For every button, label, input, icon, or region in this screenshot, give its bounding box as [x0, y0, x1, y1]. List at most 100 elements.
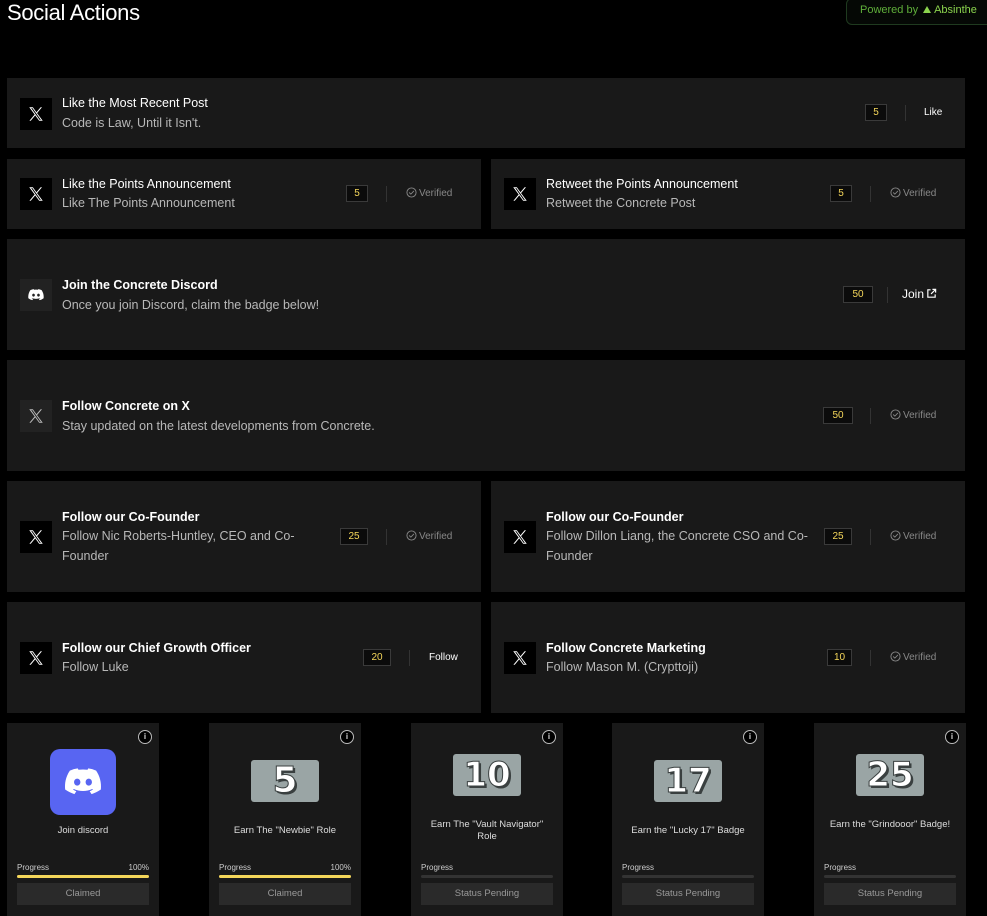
page-title: Social Actions	[7, 0, 140, 25]
action-subtitle: Follow Dillon Liang, the Concrete CSO an…	[546, 529, 808, 563]
x-logo-icon	[20, 178, 52, 210]
points-badge: 25	[824, 528, 852, 545]
verified-label: Verified	[419, 531, 453, 542]
action-subtitle: Stay updated on the latest developments …	[62, 419, 375, 433]
action-title: Like the Most Recent Post	[62, 96, 208, 110]
action-title: Like the Points Announcement	[62, 177, 231, 191]
progress-bar	[421, 875, 553, 878]
points-badge: 50	[843, 286, 873, 303]
check-circle-icon	[890, 530, 901, 541]
verified-label: Verified	[903, 188, 937, 199]
x-logo-icon	[20, 521, 52, 553]
progress-bar	[824, 875, 956, 878]
badge-number-image: 10	[453, 754, 521, 796]
status-pending-button[interactable]: Status Pending	[622, 883, 754, 905]
external-link-icon	[927, 288, 937, 298]
progress-label: Progress	[219, 863, 252, 872]
badge-label: Join discord	[57, 825, 109, 836]
verified-status: Verified	[890, 409, 936, 423]
progress-fill	[219, 875, 351, 878]
claimed-button[interactable]: Claimed	[219, 883, 351, 905]
progress-label: Progress	[824, 863, 857, 872]
badge-label: Earn The "Vault Navigator" Role	[430, 819, 544, 842]
x-logo-icon	[20, 98, 52, 130]
action-title: Follow our Co-Founder	[62, 510, 200, 524]
badge-card-newbie: i 5 Earn The "Newbie" Role Progress 100%…	[209, 723, 361, 916]
action-card-follow-marketing: Follow Concrete Marketing Follow Mason M…	[491, 602, 965, 713]
progress-bar	[17, 875, 149, 878]
badge-label: Earn the "Lucky 17" Badge	[631, 825, 745, 836]
verified-status: Verified	[406, 187, 452, 201]
info-icon[interactable]: i	[340, 730, 354, 744]
divider	[409, 650, 410, 666]
action-subtitle: Follow Nic Roberts-Huntley, CEO and Co-F…	[62, 529, 295, 563]
info-icon[interactable]: i	[743, 730, 757, 744]
x-logo-icon	[504, 178, 536, 210]
points-badge: 25	[340, 528, 368, 545]
action-title: Retweet the Points Announcement	[546, 177, 738, 191]
discord-logo-icon	[20, 279, 52, 311]
like-button[interactable]: Like	[924, 106, 942, 120]
x-logo-icon	[504, 521, 536, 553]
progress-label: Progress	[622, 863, 655, 872]
action-title: Follow our Co-Founder	[546, 510, 684, 524]
powered-by-badge[interactable]: Powered by Absinthe	[846, 0, 987, 25]
info-icon[interactable]: i	[945, 730, 959, 744]
verified-label: Verified	[903, 531, 937, 542]
badge-card-lucky-17: i 17 Earn the "Lucky 17" Badge Progress …	[612, 723, 764, 916]
progress-bar	[622, 875, 754, 878]
action-title: Follow our Chief Growth Officer	[62, 641, 251, 655]
progress-percent: 100%	[128, 863, 149, 872]
status-pending-button[interactable]: Status Pending	[421, 883, 553, 905]
info-icon[interactable]: i	[138, 730, 152, 744]
divider	[887, 287, 888, 303]
info-icon[interactable]: i	[542, 730, 556, 744]
action-card-follow-cofounder-dillon: Follow our Co-Founder Follow Dillon Lian…	[491, 481, 965, 592]
verified-status: Verified	[406, 530, 452, 544]
progress-fill	[17, 875, 149, 878]
verified-label: Verified	[903, 652, 937, 663]
join-discord-button[interactable]: Join	[902, 287, 937, 301]
x-logo-icon	[20, 642, 52, 674]
points-badge: 50	[823, 407, 853, 424]
verified-status: Verified	[890, 187, 936, 201]
points-badge: 5	[865, 104, 887, 121]
verified-label: Verified	[903, 410, 937, 421]
badge-card-join-discord: i Join discord Progress 100% Claimed	[7, 723, 159, 916]
action-card-retweet-points: Retweet the Points Announcement Retweet …	[491, 159, 965, 229]
divider	[905, 105, 906, 121]
powered-by-label: Powered by	[860, 4, 919, 16]
badge-card-grindooor: i 25 Earn the "Grindooor" Badge! Progres…	[814, 723, 966, 916]
action-card-like-recent-post: Like the Most Recent Post Code is Law, U…	[7, 78, 965, 148]
action-subtitle: Like The Points Announcement	[62, 196, 235, 210]
points-badge: 20	[363, 649, 391, 666]
check-circle-icon	[406, 530, 417, 541]
divider	[870, 650, 871, 666]
verified-label: Verified	[419, 188, 453, 199]
points-badge: 5	[346, 185, 368, 202]
check-circle-icon	[406, 187, 417, 198]
follow-button[interactable]: Follow	[429, 651, 458, 665]
progress-bar	[219, 875, 351, 878]
check-circle-icon	[890, 409, 901, 420]
points-badge: 5	[830, 185, 852, 202]
join-label: Join	[902, 287, 925, 301]
x-logo-icon	[504, 642, 536, 674]
points-badge: 10	[827, 649, 852, 666]
action-title: Join the Concrete Discord	[62, 278, 218, 292]
verified-status: Verified	[890, 530, 936, 544]
badge-label: Earn The "Newbie" Role	[233, 825, 337, 836]
action-card-follow-cgo: Follow our Chief Growth Officer Follow L…	[7, 602, 481, 713]
status-pending-button[interactable]: Status Pending	[824, 883, 956, 905]
divider	[870, 186, 871, 202]
claimed-button[interactable]: Claimed	[17, 883, 149, 905]
action-card-like-points: Like the Points Announcement Like The Po…	[7, 159, 481, 229]
action-card-follow-concrete: Follow Concrete on X Stay updated on the…	[7, 360, 965, 471]
verified-status: Verified	[890, 651, 936, 665]
check-circle-icon	[890, 651, 901, 662]
progress-label: Progress	[17, 863, 50, 872]
badge-number-image: 25	[856, 754, 924, 796]
badge-card-vault-navigator: i 10 Earn The "Vault Navigator" Role Pro…	[411, 723, 563, 916]
badge-label: Earn the "Grindooor" Badge!	[829, 819, 951, 830]
action-title: Follow Concrete Marketing	[546, 641, 706, 655]
